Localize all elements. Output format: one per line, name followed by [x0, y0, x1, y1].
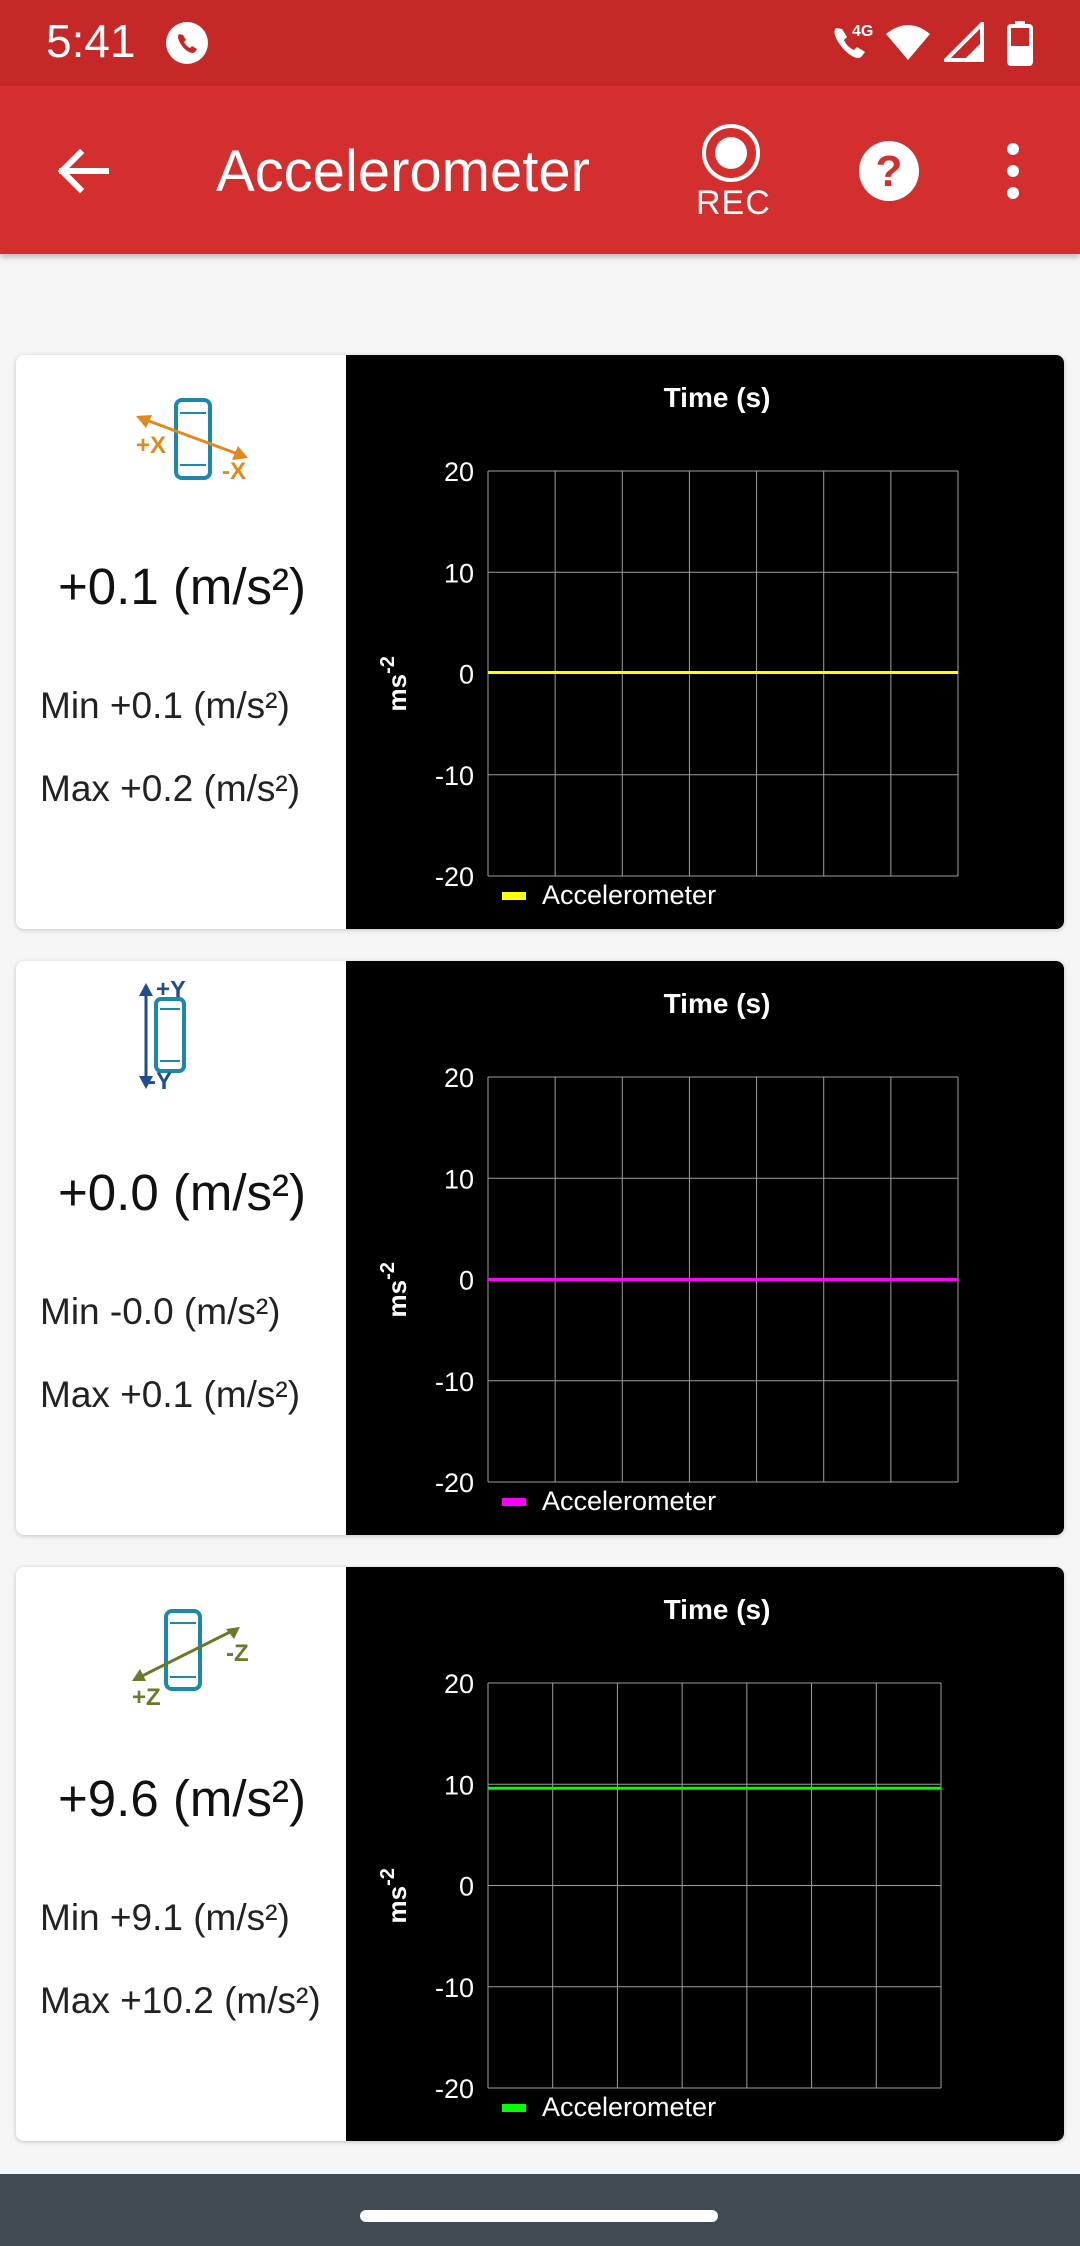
y-axis-readout: +Y -Y +0.0 (m/s²) Min -0.0 (m/s²) Max +0… [16, 961, 346, 1535]
z-axis-phone-icon: +Z -Z [132, 1609, 249, 1711]
y-axis-card: +Y -Y +0.0 (m/s²) Min -0.0 (m/s²) Max +0… [16, 961, 1064, 1535]
overflow-menu-icon[interactable] [998, 140, 1028, 202]
y-axis-plus-label: +Y [156, 981, 186, 1003]
y-tick-label: -10 [435, 1973, 474, 2003]
page-title: Accelerometer [216, 139, 590, 204]
z-max-value: Max +10.2 (m/s²) [40, 1980, 321, 2021]
y-tick-label: 0 [459, 1266, 474, 1296]
home-gesture-handle[interactable] [360, 2210, 718, 2222]
status-time: 5:41 [46, 15, 136, 67]
rec-label: REC [696, 184, 771, 222]
wifi-calling-icon: 4G [834, 23, 873, 58]
y-tick-label: 10 [444, 1770, 474, 1800]
phone-call-icon [166, 22, 208, 64]
z-axis-card: +Z -Z +9.6 (m/s²) Min +9.1 (m/s²) Max +1… [16, 1567, 1064, 2141]
legend-label: Accelerometer [542, 880, 716, 910]
y-tick-label: -20 [435, 862, 474, 892]
z-axis-readout: +Z -Z +9.6 (m/s²) Min +9.1 (m/s²) Max +1… [16, 1567, 346, 2141]
legend-label: Accelerometer [542, 1486, 716, 1516]
y-axis-label: ms-2 [377, 656, 412, 711]
help-icon[interactable]: ? [858, 140, 920, 202]
back-arrow-icon[interactable] [56, 144, 110, 198]
x-axis-phone-icon: +X -X [136, 398, 248, 485]
y-axis-label: ms-2 [377, 1868, 412, 1923]
legend-swatch [502, 1498, 526, 1506]
y-tick-label: 20 [444, 1669, 474, 1699]
y-tick-label: -10 [435, 761, 474, 791]
y-tick-label: 10 [444, 1164, 474, 1194]
legend-swatch [502, 2104, 526, 2112]
y-current-value: +0.0 (m/s²) [58, 1164, 306, 1221]
y-tick-label: 0 [459, 660, 474, 690]
x-axis-minus-label: -X [222, 458, 246, 485]
z-axis-plus-label: +Z [132, 1684, 161, 1711]
chart-title: Time (s) [664, 988, 771, 1019]
y-chart-svg: 20 10 0 -10 -20 Time (s) ms-2 Accelerometer [377, 988, 959, 1516]
y-axis-chart: 20 10 0 -10 -20 Time (s) ms-2 Accelerometer [346, 961, 1064, 1535]
y-min-value: Min -0.0 (m/s²) [40, 1291, 281, 1332]
legend-label: Accelerometer [542, 2092, 716, 2122]
battery-icon [1007, 21, 1033, 66]
chart-title: Time (s) [664, 382, 771, 413]
z-axis-minus-label: -Z [226, 1640, 249, 1667]
y-tick-label: 0 [459, 1872, 474, 1902]
y-tick-label: 20 [444, 1063, 474, 1093]
legend-swatch [502, 892, 526, 900]
y-tick-label: 20 [444, 457, 474, 487]
x-min-value: Min +0.1 (m/s²) [40, 685, 290, 726]
y-tick-label: -20 [435, 2074, 474, 2104]
status-bar: 5:41 4G [0, 0, 1080, 86]
z-chart-svg: 20 10 0 -10 -20 Time (s) ms-2 Accelerometer [377, 1594, 942, 2122]
navigation-bar [0, 2174, 1080, 2246]
y-tick-label: -20 [435, 1468, 474, 1498]
x-max-value: Max +0.2 (m/s²) [40, 768, 301, 809]
y-tick-label: -10 [435, 1367, 474, 1397]
x-axis-readout: +X -X +0.1 (m/s²) Min +0.1 (m/s²) Max +0… [16, 355, 346, 929]
chart-title: Time (s) [664, 1594, 771, 1625]
z-axis-chart: 20 10 0 -10 -20 Time (s) ms-2 Accelerometer [346, 1567, 1064, 2141]
y-axis-minus-label: -Y [148, 1068, 172, 1091]
y-max-value: Max +0.1 (m/s²) [40, 1374, 301, 1415]
svg-text:?: ? [876, 147, 903, 196]
z-current-value: +9.6 (m/s²) [58, 1770, 306, 1827]
x-axis-card: +X -X +0.1 (m/s²) Min +0.1 (m/s²) Max +0… [16, 355, 1064, 929]
y-axis-label: ms-2 [377, 1262, 412, 1317]
x-current-value: +0.1 (m/s²) [58, 558, 306, 615]
y-tick-label: 10 [444, 558, 474, 588]
record-icon [702, 124, 760, 182]
y-axis-phone-icon: +Y -Y [139, 981, 186, 1091]
signal-icon [944, 22, 984, 62]
x-axis-chart: 20 10 0 -10 -20 Time (s) ms-2 Accelerometer [346, 355, 1064, 929]
network-type: 4G [852, 23, 873, 40]
wifi-icon [886, 25, 930, 60]
app-bar: Accelerometer REC ? [0, 86, 1080, 254]
z-min-value: Min +9.1 (m/s²) [40, 1897, 290, 1938]
x-chart-svg: 20 10 0 -10 -20 Time (s) ms-2 Accelerometer [377, 382, 959, 910]
x-axis-plus-label: +X [136, 432, 166, 459]
